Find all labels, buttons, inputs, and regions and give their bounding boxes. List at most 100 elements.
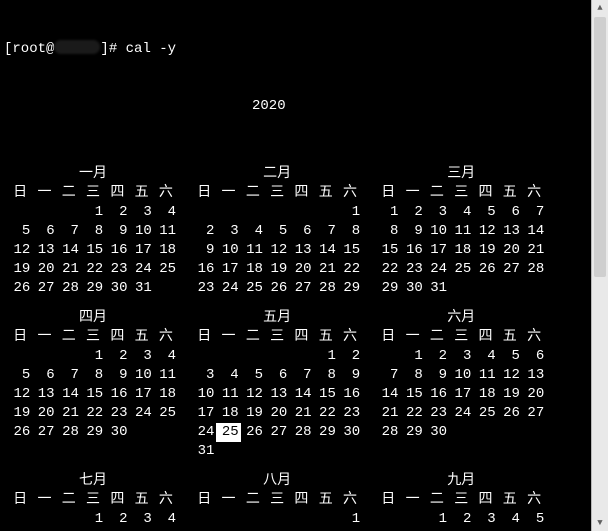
day-cell: 29 (314, 423, 338, 442)
day-cell: 1 (81, 347, 105, 366)
day-cell: 1 (81, 510, 105, 529)
calendar-row: 一月日一二三四五六1234567891011121314151617181920… (4, 165, 604, 298)
day-cell: 15 (81, 385, 105, 404)
day-cell: 11 (241, 241, 265, 260)
day-cell: 6 (522, 347, 546, 366)
day-cell: 3 (473, 510, 497, 529)
day-headers: 日一二三四五六 (192, 491, 362, 510)
day-cell: 15 (314, 385, 338, 404)
day-cell: 8 (81, 222, 105, 241)
day-cell (449, 423, 473, 442)
terminal[interactable]: [root@]# cal -y 2020 一月日一二三四五六1234567891… (0, 0, 608, 531)
day-header: 一 (400, 184, 424, 203)
scroll-down-arrow-icon[interactable]: ▼ (592, 515, 608, 531)
day-cell: 27 (498, 260, 522, 279)
day-cell: 10 (425, 222, 449, 241)
day-header: 四 (473, 491, 497, 510)
day-cell: 24 (449, 404, 473, 423)
month-name: 二月 (192, 165, 362, 184)
day-cell: 23 (192, 279, 216, 298)
day-cell: 6 (32, 222, 56, 241)
day-header: 二 (57, 328, 81, 347)
month-name: 一月 (8, 165, 178, 184)
day-cell: 19 (498, 385, 522, 404)
day-cell: 1 (376, 203, 400, 222)
day-cell: 21 (522, 241, 546, 260)
day-header: 二 (241, 328, 265, 347)
day-cell: 2 (425, 347, 449, 366)
day-cell: 11 (154, 222, 178, 241)
day-header: 四 (289, 328, 313, 347)
prompt-char: ]# (100, 41, 125, 57)
day-cell: 4 (449, 203, 473, 222)
month-block: 四月日一二三四五六1234567891011121314151617181920… (8, 309, 178, 461)
scroll-up-arrow-icon[interactable]: ▲ (592, 0, 608, 16)
month-name: 九月 (376, 472, 546, 491)
day-cell: 22 (314, 404, 338, 423)
day-header: 二 (57, 491, 81, 510)
day-cell: 16 (400, 241, 424, 260)
day-cell: 12 (265, 241, 289, 260)
day-cell: 1 (425, 510, 449, 529)
day-cell: 8 (376, 222, 400, 241)
day-header: 一 (32, 491, 56, 510)
day-cell: 6 (289, 222, 313, 241)
day-cell: 17 (129, 241, 153, 260)
day-cell: 8 (81, 366, 105, 385)
day-headers: 日一二三四五六 (8, 184, 178, 203)
day-cell: 26 (241, 423, 265, 442)
day-cell: 25 (473, 404, 497, 423)
week-row: 262728293031 (8, 279, 178, 298)
day-cell: 6 (498, 203, 522, 222)
day-headers: 日一二三四五六 (192, 328, 362, 347)
week-row: 24252627282930 (192, 423, 362, 442)
day-cell: 26 (8, 279, 32, 298)
day-cell: 1 (81, 203, 105, 222)
prompt-line: [root@]# cal -y (4, 40, 604, 59)
day-header: 三 (449, 328, 473, 347)
day-cell: 19 (265, 260, 289, 279)
week-row: 12131415161718 (8, 241, 178, 260)
day-cell: 28 (522, 260, 546, 279)
day-cell: 16 (105, 241, 129, 260)
day-headers: 日一二三四五六 (376, 491, 546, 510)
day-cell: 22 (81, 260, 105, 279)
day-cell: 26 (8, 423, 32, 442)
day-cell: 21 (289, 404, 313, 423)
month-block: 八月日一二三四五六1234567891011121314151617181920… (192, 472, 362, 531)
month-block: 三月日一二三四五六1234567891011121314151617181920… (376, 165, 546, 298)
week-row: 1234 (8, 347, 178, 366)
day-cell: 7 (289, 366, 313, 385)
month-name: 八月 (192, 472, 362, 491)
day-cell: 14 (376, 385, 400, 404)
day-header: 日 (8, 184, 32, 203)
day-cell (314, 510, 338, 529)
day-header: 五 (314, 328, 338, 347)
day-cell (289, 203, 313, 222)
day-cell: 23 (105, 404, 129, 423)
day-header: 五 (314, 184, 338, 203)
day-cell: 8 (314, 366, 338, 385)
day-cell (522, 279, 546, 298)
day-cell: 27 (32, 423, 56, 442)
day-cell: 13 (289, 241, 313, 260)
day-header: 二 (241, 184, 265, 203)
scroll-thumb[interactable] (594, 17, 606, 277)
week-row: 10111213141516 (192, 385, 362, 404)
day-cell: 15 (376, 241, 400, 260)
day-cell: 13 (498, 222, 522, 241)
day-cell: 1 (338, 510, 362, 529)
day-cell: 5 (498, 347, 522, 366)
day-cell: 16 (425, 385, 449, 404)
day-cell: 3 (129, 347, 153, 366)
month-block: 六月日一二三四五六1234567891011121314151617181920… (376, 309, 546, 461)
day-cell (376, 510, 400, 529)
day-cell: 11 (154, 366, 178, 385)
month-name: 五月 (192, 309, 362, 328)
day-cell: 10 (192, 385, 216, 404)
day-header: 三 (81, 328, 105, 347)
day-cell: 14 (289, 385, 313, 404)
day-cell: 21 (57, 404, 81, 423)
vertical-scrollbar[interactable]: ▲ ▼ (591, 0, 608, 531)
week-row: 123456 (376, 347, 546, 366)
